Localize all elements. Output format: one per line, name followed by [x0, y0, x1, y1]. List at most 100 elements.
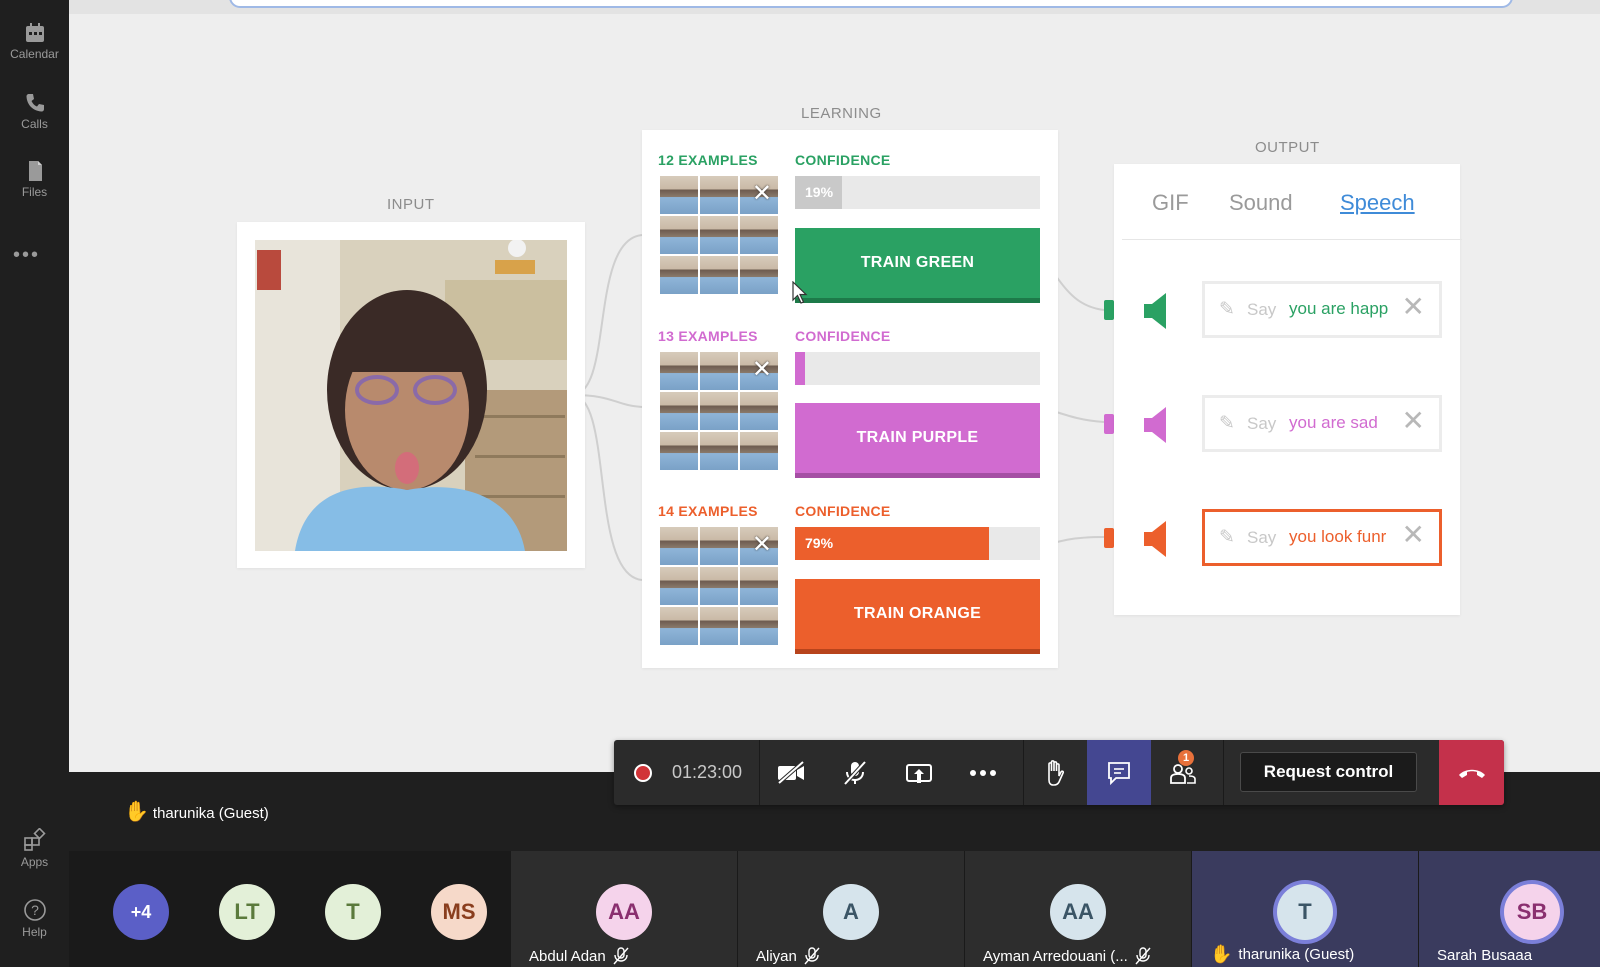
hang-up-icon [1458, 769, 1485, 778]
clear-examples-icon[interactable]: ✕ [752, 358, 772, 382]
participant-name: Sarah Busaaa [1437, 947, 1533, 964]
speech-text[interactable]: you are sad [1289, 413, 1393, 433]
input-card [237, 222, 585, 568]
help-icon: ? [23, 899, 46, 921]
rail-calendar[interactable]: Calendar [0, 22, 69, 61]
learning-title: LEARNING [801, 105, 882, 122]
participant-tile[interactable]: AA Abdul Adan [510, 851, 737, 967]
rail-label: Help [22, 925, 47, 939]
confidence-bar-purple [795, 352, 1040, 385]
examples-count-orange: 14 EXAMPLES [658, 503, 758, 519]
camera-off-button[interactable] [759, 740, 823, 805]
examples-grid-orange: ✕ [660, 527, 778, 645]
presenter-name: tharunika (Guest) [152, 805, 269, 822]
learning-card: 12 EXAMPLES CONFIDENCE ✕ 19% TRAIN GREEN… [642, 130, 1058, 668]
confidence-fill-purple [795, 352, 805, 385]
confidence-bar-green: 19% [795, 176, 1040, 209]
output-title: OUTPUT [1255, 139, 1320, 156]
train-green-button[interactable]: TRAIN GREEN [795, 228, 1040, 298]
speech-field-purple[interactable]: ✎ Say you are sad ✕ [1202, 395, 1442, 452]
rail-label: Calendar [10, 47, 59, 61]
train-orange-button[interactable]: TRAIN ORANGE [795, 579, 1040, 649]
avatar[interactable]: MS [431, 884, 487, 940]
camera-off-icon [777, 760, 805, 785]
tab-speech[interactable]: Speech [1340, 190, 1415, 216]
clear-examples-icon[interactable]: ✕ [752, 533, 772, 557]
raise-hand-icon [1048, 759, 1065, 786]
confidence-fill-green: 19% [795, 176, 842, 209]
tab-sound[interactable]: Sound [1229, 190, 1293, 216]
share-screen-icon [906, 763, 932, 783]
participant-tile[interactable]: A Aliyan [737, 851, 964, 967]
avatar: A [823, 884, 879, 940]
more-apps-icon[interactable]: ••• [0, 244, 53, 267]
clear-speech-icon[interactable]: ✕ [1402, 520, 1425, 550]
examples-grid-green: ✕ [660, 176, 778, 294]
clear-speech-icon[interactable]: ✕ [1402, 292, 1425, 322]
svg-text:?: ? [31, 902, 39, 918]
mic-off-icon [843, 760, 867, 785]
participant-name: Aliyan [756, 947, 821, 965]
rail-help[interactable]: ? Help [0, 898, 69, 939]
say-placeholder: Say [1247, 528, 1277, 547]
app-rail: Calendar Calls Files ••• Apps ? Help [0, 0, 69, 967]
examples-grid-purple: ✕ [660, 352, 778, 470]
tab-divider [1122, 239, 1462, 240]
train-purple-button[interactable]: TRAIN PURPLE [795, 403, 1040, 473]
call-toolbar: 01:23:00 1 Request control [614, 740, 1504, 805]
more-icon [970, 769, 996, 776]
request-control-button[interactable]: Request control [1240, 752, 1417, 792]
participant-tile[interactable]: AA Ayman Arredouani (... [964, 851, 1191, 967]
raised-hand-icon: ✋ [1210, 944, 1233, 964]
participant-tile[interactable]: SB Sarah Busaaa [1418, 851, 1600, 967]
rail-files[interactable]: Files [0, 160, 69, 199]
file-icon [28, 161, 42, 181]
connector-green [1104, 300, 1114, 320]
avatar[interactable]: T [325, 884, 381, 940]
say-placeholder: Say [1247, 414, 1277, 433]
presenter-label: ✋ tharunika (Guest) [124, 802, 269, 822]
calendar-icon [25, 23, 44, 42]
raised-hand-icon: ✋ [124, 801, 149, 823]
clear-speech-icon[interactable]: ✕ [1402, 406, 1425, 436]
examples-count-green: 12 EXAMPLES [658, 152, 758, 168]
rail-apps[interactable]: Apps [0, 828, 69, 869]
shared-screen: INPUT LEARNING 12 EXAMPLES CONFIDENCE ✕ … [69, 0, 1600, 772]
confidence-label-purple: CONFIDENCE [795, 328, 891, 344]
pencil-icon: ✎ [1219, 299, 1235, 320]
speech-field-orange[interactable]: ✎ Say you look funr ✕ [1202, 509, 1442, 566]
rail-label: Files [21, 185, 48, 199]
share-screen-button[interactable] [887, 740, 951, 805]
avatar[interactable]: LT [219, 884, 275, 940]
chat-button[interactable] [1087, 740, 1151, 805]
chat-icon [1108, 761, 1130, 785]
connector-orange [1104, 528, 1114, 548]
participants-button[interactable]: 1 [1151, 740, 1215, 805]
participant-name: ✋ tharunika (Guest) [1210, 944, 1355, 964]
mic-off-icon [613, 947, 629, 965]
avatar: AA [596, 884, 652, 940]
say-placeholder: Say [1247, 300, 1277, 319]
rail-label: Calls [21, 117, 48, 131]
confidence-label-green: CONFIDENCE [795, 152, 891, 168]
overflow-participants-button[interactable]: +4 [113, 884, 169, 940]
tab-gif[interactable]: GIF [1152, 190, 1189, 216]
phone-icon [26, 94, 44, 112]
mic-off-icon [804, 947, 820, 965]
mic-off-button[interactable] [823, 740, 887, 805]
speech-text[interactable]: you are happ [1289, 299, 1393, 319]
hang-up-button[interactable] [1439, 740, 1504, 805]
participant-name: Abdul Adan [529, 947, 630, 965]
speech-field-green[interactable]: ✎ Say you are happ ✕ [1202, 281, 1442, 338]
raise-hand-button[interactable] [1023, 740, 1087, 805]
participant-tile-active[interactable]: T ✋ tharunika (Guest) [1191, 851, 1418, 967]
clear-examples-icon[interactable]: ✕ [752, 182, 772, 206]
confidence-label-orange: CONFIDENCE [795, 503, 891, 519]
rail-calls[interactable]: Calls [0, 92, 69, 131]
connector-purple [1104, 414, 1114, 434]
speech-text[interactable]: you look funr [1289, 527, 1393, 547]
more-actions-button[interactable] [951, 740, 1015, 805]
avatar: T [1277, 884, 1333, 940]
avatar: SB [1504, 884, 1560, 940]
input-title: INPUT [387, 196, 435, 213]
